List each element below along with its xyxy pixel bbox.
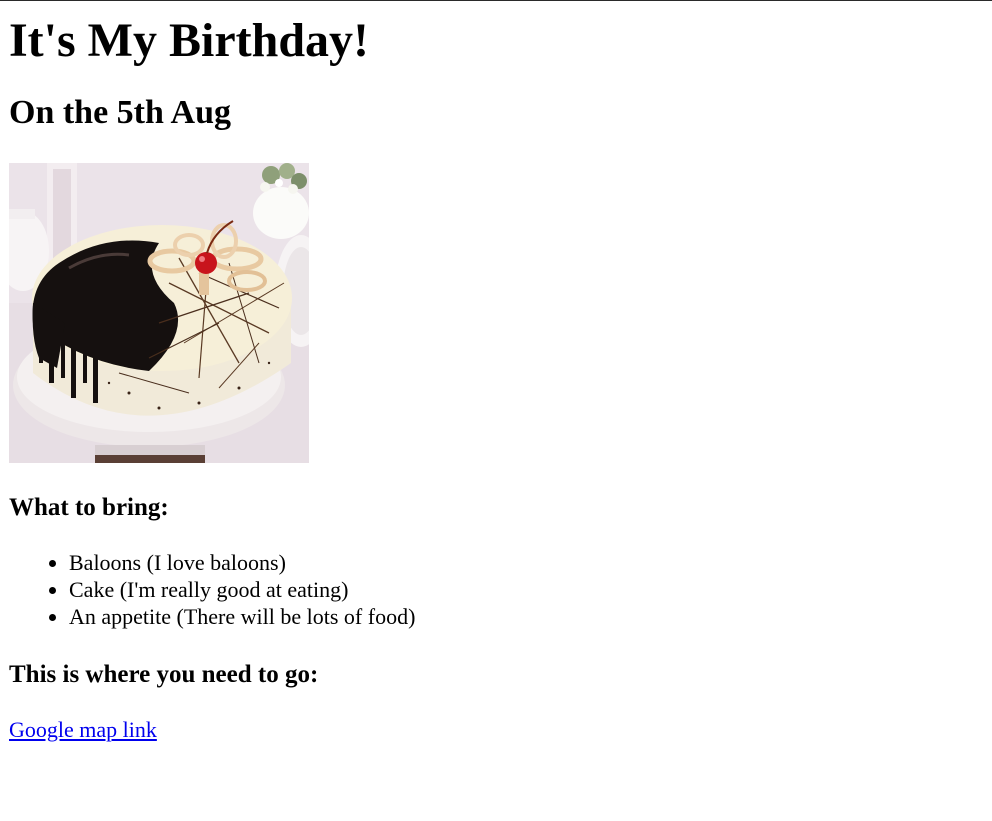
bring-heading: What to bring: (9, 494, 169, 521)
bring-list: Baloons (I love baloons) Cake (I'm reall… (9, 549, 983, 630)
google-map-link[interactable]: Google map link (9, 717, 157, 742)
event-date: On the 5th Aug (9, 94, 231, 131)
list-item: An appetite (There will be lots of food) (69, 603, 983, 630)
list-item: Baloons (I love baloons) (69, 549, 983, 576)
directions-paragraph: Google map link (9, 716, 983, 743)
directions-heading: This is where you need to go: (9, 661, 319, 688)
page-title: It's My Birthday! (9, 14, 369, 67)
page-content: It's My Birthday! On the 5th Aug What to… (0, 13, 992, 743)
cake-image (9, 163, 309, 463)
list-item: Cake (I'm really good at eating) (69, 576, 983, 603)
